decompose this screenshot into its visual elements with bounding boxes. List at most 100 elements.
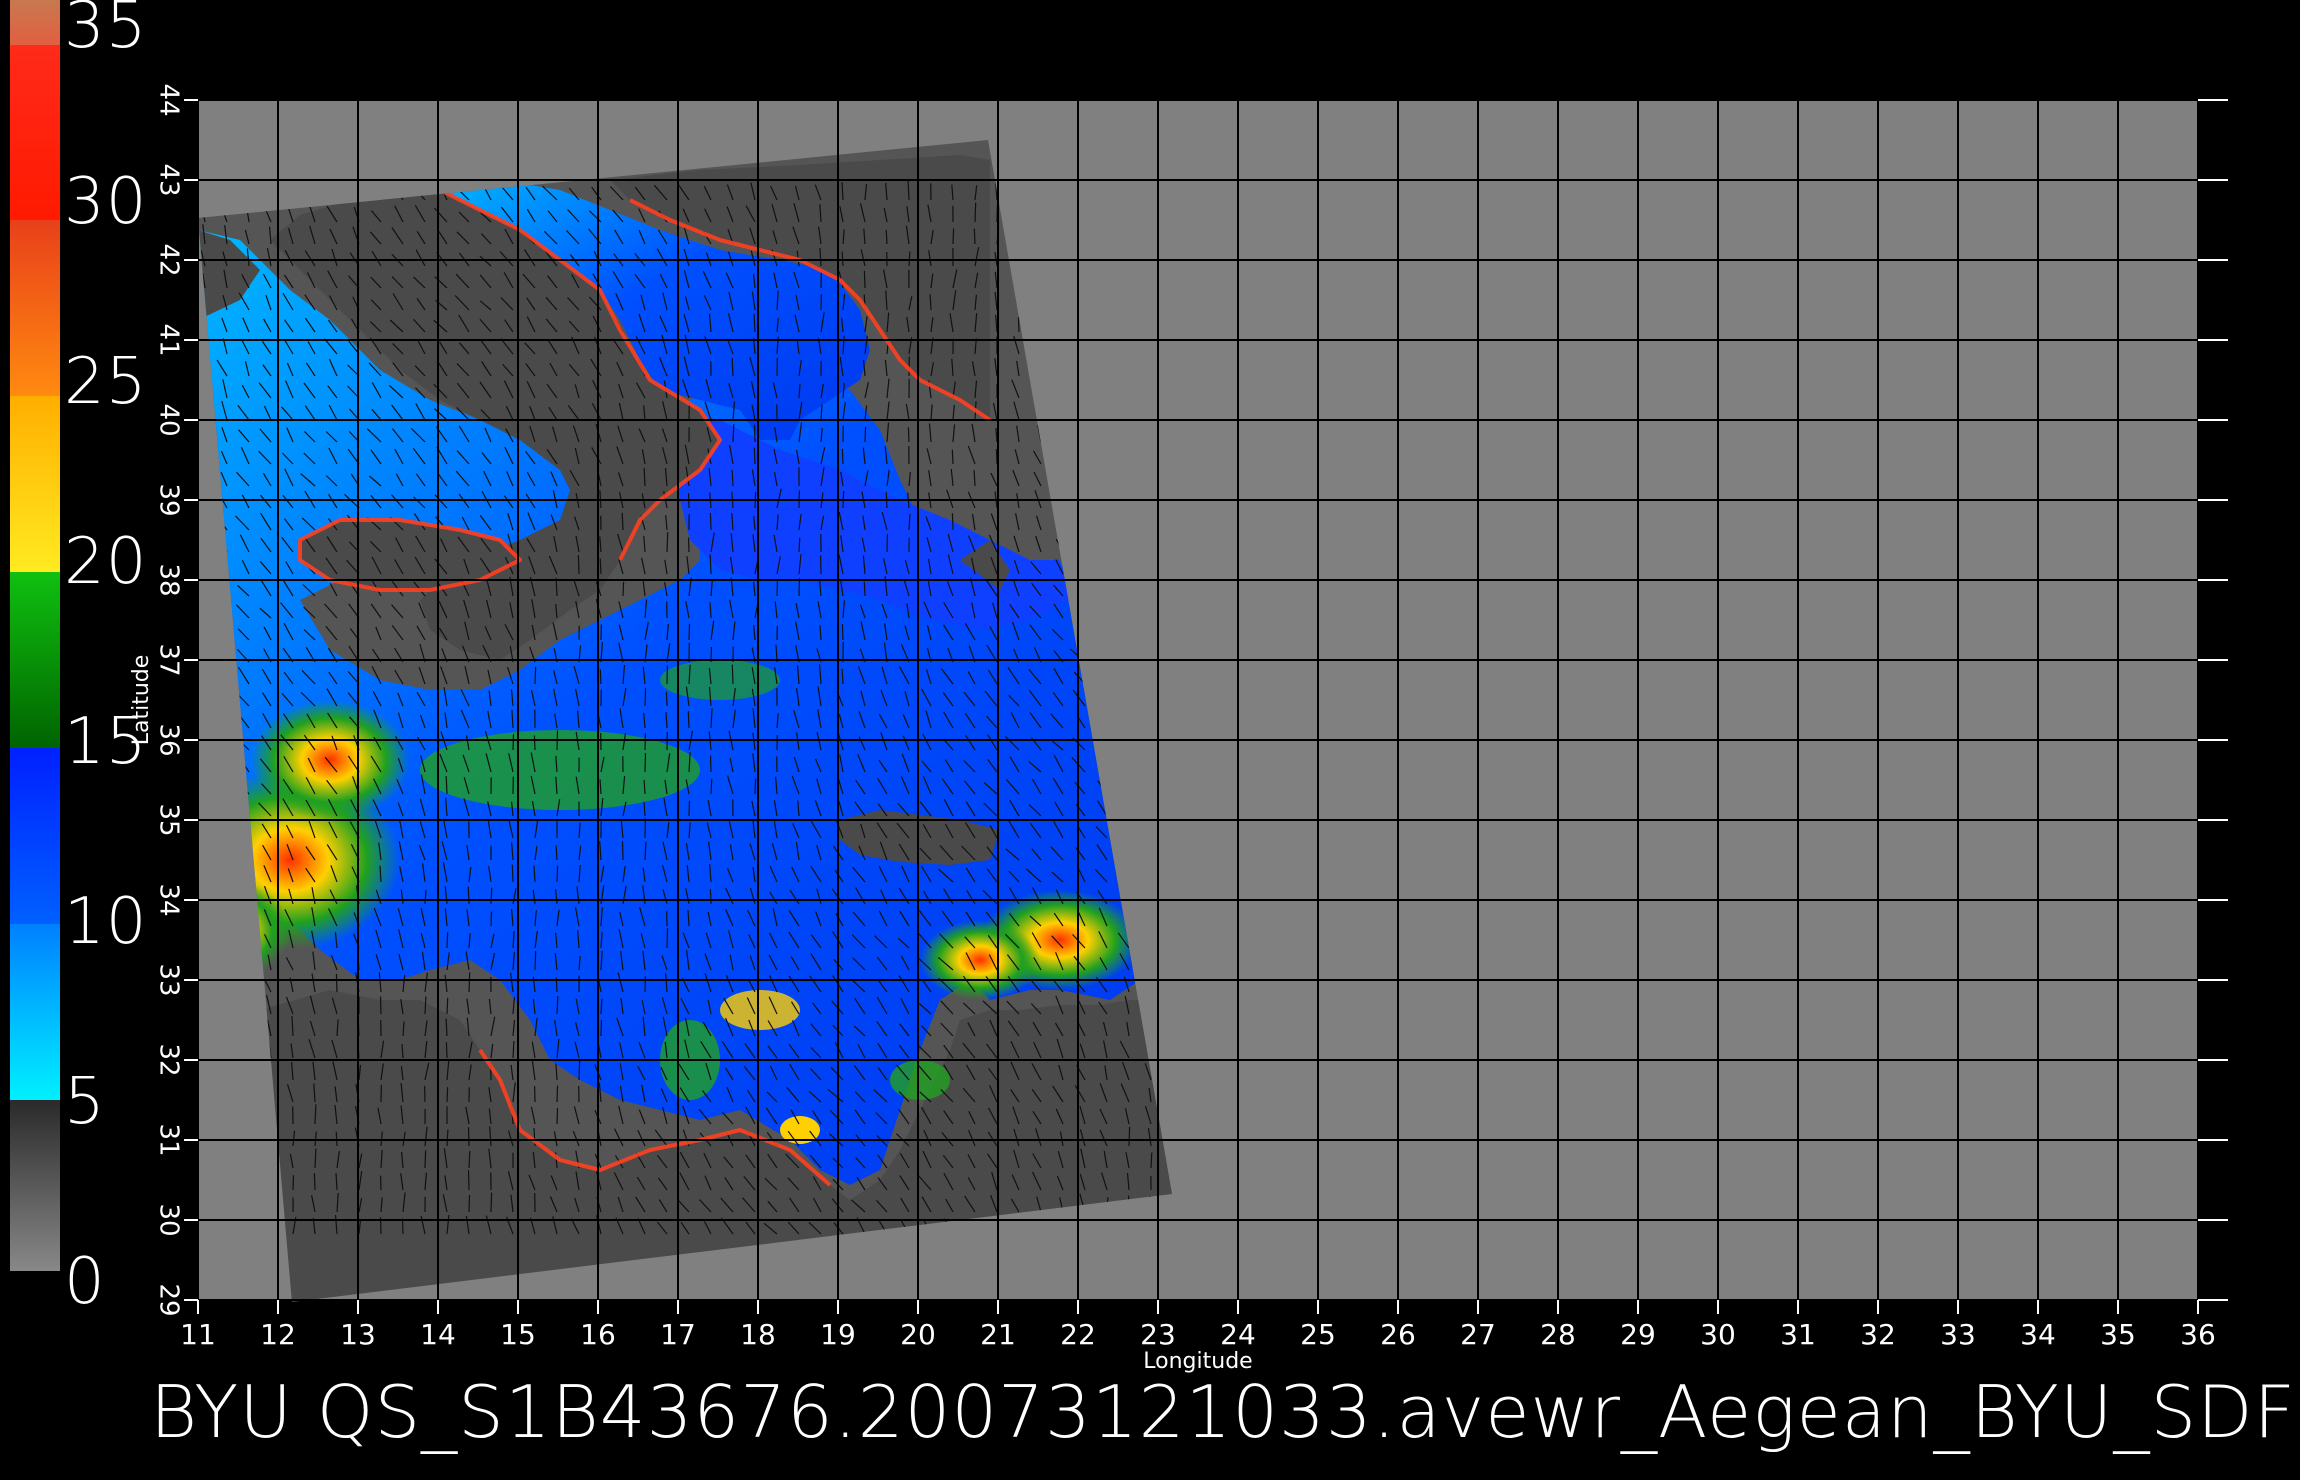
x-tick-label: 29 bbox=[1620, 1318, 1656, 1351]
wind-vector bbox=[1150, 1152, 1153, 1169]
wind-vector bbox=[424, 1150, 427, 1169]
wind-vector bbox=[490, 911, 493, 927]
x-tick-label: 36 bbox=[2180, 1318, 2216, 1351]
y-axis-title: Latitude bbox=[129, 655, 154, 746]
wind-vector bbox=[490, 887, 493, 905]
wind-vector bbox=[754, 778, 757, 795]
wind-vector bbox=[731, 664, 734, 685]
wind-vector bbox=[556, 1107, 559, 1125]
x-tick-label: 15 bbox=[500, 1318, 536, 1351]
wind-vector bbox=[885, 229, 888, 245]
wind-vector bbox=[644, 688, 647, 707]
wind-vector bbox=[666, 532, 669, 553]
y-axis-labels: 29 30 31 32 33 34 35 36 37 38 39 40 41 42 43 44 bbox=[154, 83, 184, 1316]
y-tick-label: 36 bbox=[154, 723, 184, 756]
wind-vector bbox=[732, 423, 735, 443]
x-tick-label: 20 bbox=[900, 1318, 936, 1351]
wind-vector bbox=[666, 928, 669, 949]
wind-vector bbox=[445, 1042, 448, 1059]
wind-vector bbox=[688, 623, 691, 641]
x-tick-label: 27 bbox=[1460, 1318, 1496, 1351]
wind-vector bbox=[665, 691, 668, 707]
wind-vector bbox=[951, 449, 954, 465]
wind-vector bbox=[907, 427, 910, 443]
y-tick-label: 40 bbox=[154, 403, 184, 436]
footer-caption: BYU QS_S1B43676.20073121033.avewr_Aegean… bbox=[150, 1370, 2297, 1454]
x-tick-label: 24 bbox=[1220, 1318, 1256, 1351]
wind-vector bbox=[467, 1127, 470, 1147]
x-tick-label: 13 bbox=[340, 1318, 376, 1351]
x-tick-label: 30 bbox=[1700, 1318, 1736, 1351]
wind-vector bbox=[534, 666, 537, 685]
y-tick-label: 30 bbox=[154, 1203, 184, 1236]
y-tick-label: 29 bbox=[154, 1283, 184, 1316]
x-tick-label: 16 bbox=[580, 1318, 616, 1351]
wind-vector bbox=[468, 1194, 471, 1213]
wind-vector bbox=[952, 228, 955, 245]
wind-vector bbox=[709, 512, 712, 531]
y-tick-label: 33 bbox=[154, 963, 184, 996]
wind-vector bbox=[446, 997, 449, 1015]
wind-vector bbox=[556, 1085, 559, 1103]
wind-vector bbox=[577, 555, 580, 575]
wind-vector bbox=[446, 932, 449, 949]
wind-vector bbox=[622, 581, 625, 597]
wind-vector bbox=[841, 448, 844, 465]
wind-vector bbox=[446, 1087, 449, 1103]
y-tick-label: 31 bbox=[154, 1123, 184, 1156]
wind-vector bbox=[864, 426, 867, 443]
wind-vector bbox=[974, 202, 977, 223]
wind-vector bbox=[600, 1019, 603, 1037]
x-tick-label: 33 bbox=[1940, 1318, 1976, 1351]
wind-vector bbox=[709, 889, 712, 905]
y-tick-label: 34 bbox=[154, 883, 184, 916]
x-tick-label: 34 bbox=[2020, 1318, 2056, 1351]
wind-vector bbox=[335, 1131, 338, 1147]
wind-vector bbox=[445, 776, 448, 795]
x-tick-label: 12 bbox=[260, 1318, 296, 1351]
wind-vector bbox=[379, 996, 382, 1015]
wind-vector bbox=[687, 711, 690, 729]
wind-vector bbox=[710, 778, 713, 795]
y-tick-label: 37 bbox=[154, 643, 184, 676]
wind-vector bbox=[709, 755, 712, 773]
x-tick-label: 26 bbox=[1380, 1318, 1416, 1351]
wind-vector bbox=[512, 734, 515, 751]
x-tick-label: 32 bbox=[1860, 1318, 1896, 1351]
x-tick-label: 23 bbox=[1140, 1318, 1176, 1351]
wind-vector bbox=[599, 669, 602, 685]
wind-vector bbox=[556, 865, 559, 883]
wind-vector bbox=[335, 973, 338, 993]
y-tick-label: 32 bbox=[154, 1043, 184, 1076]
x-tick-label: 21 bbox=[980, 1318, 1016, 1351]
y-tick-label: 35 bbox=[154, 803, 184, 836]
y-tick-label: 38 bbox=[154, 563, 184, 596]
wind-vector bbox=[995, 449, 998, 465]
wind-vector bbox=[578, 1060, 581, 1081]
x-tick-label: 14 bbox=[420, 1318, 456, 1351]
x-tick-label: 31 bbox=[1780, 1318, 1816, 1351]
y-tick-label: 39 bbox=[154, 483, 184, 516]
wind-vector bbox=[687, 537, 690, 553]
wind-vector bbox=[798, 537, 801, 553]
wind-vector bbox=[292, 1175, 295, 1191]
x-tick-label: 18 bbox=[740, 1318, 776, 1351]
wind-vector bbox=[313, 1173, 316, 1191]
wind-vector bbox=[1128, 1126, 1131, 1147]
wind-vector bbox=[863, 581, 866, 597]
x-tick-label: 22 bbox=[1060, 1318, 1096, 1351]
wind-vector bbox=[468, 1150, 471, 1169]
wind-vector bbox=[644, 753, 647, 773]
x-tick-label: 35 bbox=[2100, 1318, 2136, 1351]
wind-vector bbox=[534, 950, 537, 971]
wind-vector bbox=[467, 1170, 470, 1191]
wind-vector bbox=[468, 972, 471, 993]
wind-vector bbox=[533, 735, 536, 751]
y-tick-label: 42 bbox=[154, 243, 184, 276]
wind-vector bbox=[753, 424, 756, 443]
wind-vector bbox=[490, 1192, 493, 1213]
map-figure: 35 30 25 20 15 10 5 0 11 12 13 14 15 16 … bbox=[0, 0, 2300, 1480]
wind-vector bbox=[621, 512, 624, 531]
wind-vector bbox=[753, 447, 756, 465]
wind-vector bbox=[511, 864, 514, 883]
